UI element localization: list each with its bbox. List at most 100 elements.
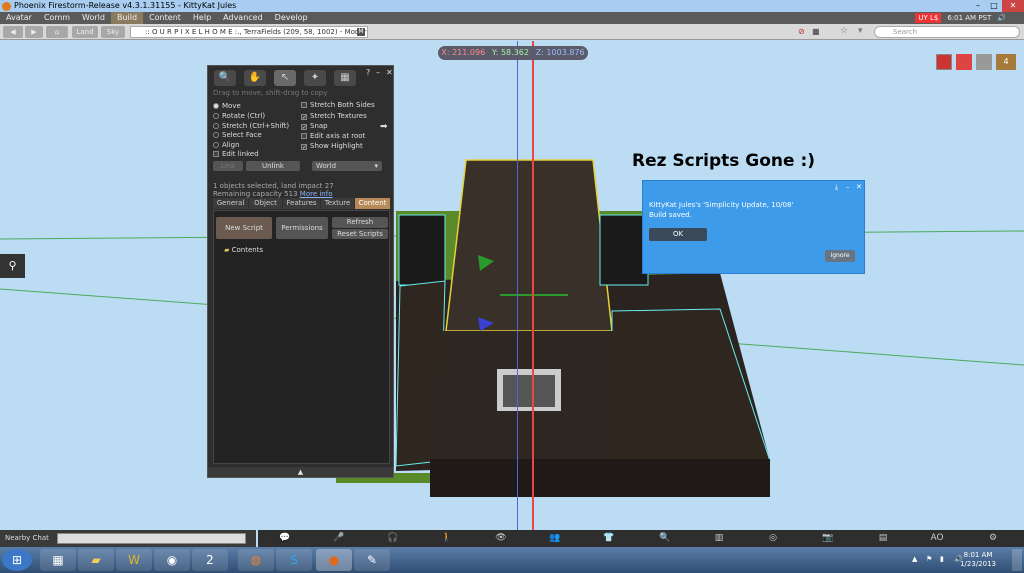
warcraft-app-icon[interactable]: W [116,549,152,571]
search-toolbar-icon[interactable]: 🔍 [650,532,680,545]
back-icon[interactable]: ◀ [3,26,23,38]
hud-icon-1[interactable] [936,54,952,70]
reset-scripts-button[interactable]: Reset Scripts [332,229,388,239]
file-explorer-icon[interactable]: ▰ [78,549,114,571]
system-clock[interactable]: 8:01 AM 1/23/2013 [960,551,996,569]
mode-align[interactable]: Align [213,141,240,149]
tab-content[interactable]: Content [355,198,390,209]
sky-button[interactable]: Sky [101,26,125,38]
people-icon[interactable]: 👥 [540,532,570,545]
checkbox-icon [213,151,219,157]
mode-stretch[interactable]: Stretch (Ctrl+Shift) [213,122,289,130]
paint-app-icon[interactable]: ✎ [354,549,390,571]
refresh-button[interactable]: Refresh [332,217,388,228]
microphone-icon[interactable]: 🎤 [324,532,354,545]
move-hand-icon[interactable]: ✋ [244,70,266,86]
tray-arrow-icon[interactable]: ▲ [912,555,917,563]
show-highlight-checkbox[interactable]: ✓ Show Highlight [301,142,363,151]
menu-help[interactable]: Help [187,12,217,24]
maximize-icon[interactable]: □ [986,0,1002,12]
tab-general[interactable]: General [213,198,248,209]
menu-advanced[interactable]: Advanced [217,12,269,24]
land-button[interactable]: Land [72,26,98,38]
appearance-shirt-icon[interactable]: 👕 [594,532,624,545]
firestorm-taskbar-icon[interactable]: ● [316,549,352,571]
tab-features[interactable]: Features [283,198,320,209]
dock-icon[interactable]: ⤓ [835,183,838,192]
mode-rotate[interactable]: Rotate (Ctrl) [213,112,265,120]
stretch-textures-checkbox[interactable]: ✓ Stretch Textures [301,112,367,121]
menu-content[interactable]: Content [143,12,187,24]
chat-input[interactable] [57,533,246,544]
ruler-mode-select[interactable]: World ▾ [312,161,382,171]
map-pin-icon[interactable]: ⚲ [0,254,25,278]
volume-icon[interactable]: 🔊 [997,14,1006,22]
tab-texture[interactable]: Texture [321,198,354,209]
permissions-button[interactable]: Permissions [276,217,328,239]
tray-network-icon[interactable]: ▮ [940,555,944,563]
focus-tool-icon[interactable]: 🔍 [214,70,236,86]
stretch-both-sides-checkbox[interactable]: Stretch Both Sides [301,101,375,109]
mode-select-face[interactable]: Select Face [213,131,262,139]
help-icon[interactable]: ? [366,68,370,77]
calendar-app-icon[interactable]: ▦ [40,549,76,571]
location-input[interactable]: :: O U R P I X E L H O M E :., TerraFiel… [130,26,368,38]
mode-move[interactable]: Move [213,102,241,110]
comcast-app-icon[interactable]: ◉ [154,549,190,571]
more-info-link[interactable]: More info [300,190,333,198]
show-desktop-button[interactable] [1012,549,1022,571]
hud-count-badge[interactable]: 4 [996,54,1016,70]
view-eye-icon[interactable]: 👁 [486,532,516,545]
minimize-icon[interactable]: – [970,0,986,12]
close-floater-icon[interactable]: ✕ [386,68,393,77]
chat-bubble-icon[interactable]: 💬 [270,532,300,545]
snapshot-camera-icon[interactable]: 📷 [813,532,843,545]
minimize-floater-icon[interactable]: – [376,68,380,77]
inventory-icon[interactable]: ▤ [868,532,898,545]
checkbox-label: Stretch Textures [310,112,367,120]
collapse-arrow-icon[interactable]: ▲ [208,467,393,477]
hud-icon-2[interactable] [956,54,972,70]
buy-currency-button[interactable]: UY L$ [915,13,942,23]
menu-comm[interactable]: Comm [38,12,76,24]
second-app-icon[interactable]: 2 [192,549,228,571]
firefox-icon[interactable]: ◍ [238,549,274,571]
menu-develop[interactable]: Develop [269,12,314,24]
create-wand-icon[interactable]: ✦ [304,70,326,86]
link-button[interactable]: Link [213,161,243,171]
favorite-star-icon[interactable]: ☆ [840,26,848,36]
edit-tool-icon[interactable]: ↖ [274,70,296,86]
contents-folder[interactable]: ▰ Contents [224,246,263,254]
home-icon[interactable]: ⌂ [46,26,68,38]
world-map-icon[interactable]: ▥ [704,532,734,545]
menu-world[interactable]: World [76,12,111,24]
hud-cube-icon[interactable] [976,54,992,70]
unlink-button[interactable]: Unlink [246,161,300,171]
start-button-icon[interactable]: ⊞ [2,549,32,571]
edit-linked-checkbox[interactable]: Edit linked [213,150,259,158]
land-tool-icon[interactable]: ▦ [334,70,356,86]
headphones-icon[interactable]: 🎧 [378,532,408,545]
snap-checkbox[interactable]: ✓ Snap [301,122,328,131]
walk-icon[interactable]: 🚶 [432,532,462,545]
menu-avatar[interactable]: Avatar [0,12,38,24]
tray-flag-icon[interactable]: ⚑ [926,555,932,563]
minimize-dialog-icon[interactable]: – [846,183,850,191]
dropdown-arrow-icon[interactable]: ▾ [858,26,863,36]
close-icon[interactable]: ✕ [1002,0,1024,12]
ao-button[interactable]: AO [922,532,952,545]
ignore-button[interactable]: Ignore [825,250,855,262]
ok-button[interactable]: OK [649,228,707,241]
tab-object[interactable]: Object [249,198,282,209]
close-dialog-icon[interactable]: ✕ [856,183,862,191]
edit-axis-root-checkbox[interactable]: Edit axis at root [301,132,365,140]
radar-icon[interactable]: ◎ [758,532,788,545]
snap-arrow-icon[interactable]: ➡ [380,122,388,132]
settings-icon[interactable]: ⚙ [978,532,1008,545]
skype-icon[interactable]: S [276,549,312,571]
world-viewport[interactable] [0,41,1024,530]
menu-build[interactable]: Build [110,12,144,24]
new-script-button[interactable]: New Script [216,217,272,239]
search-input[interactable]: Search [874,26,1020,38]
forward-icon[interactable]: ▶ [25,26,43,38]
